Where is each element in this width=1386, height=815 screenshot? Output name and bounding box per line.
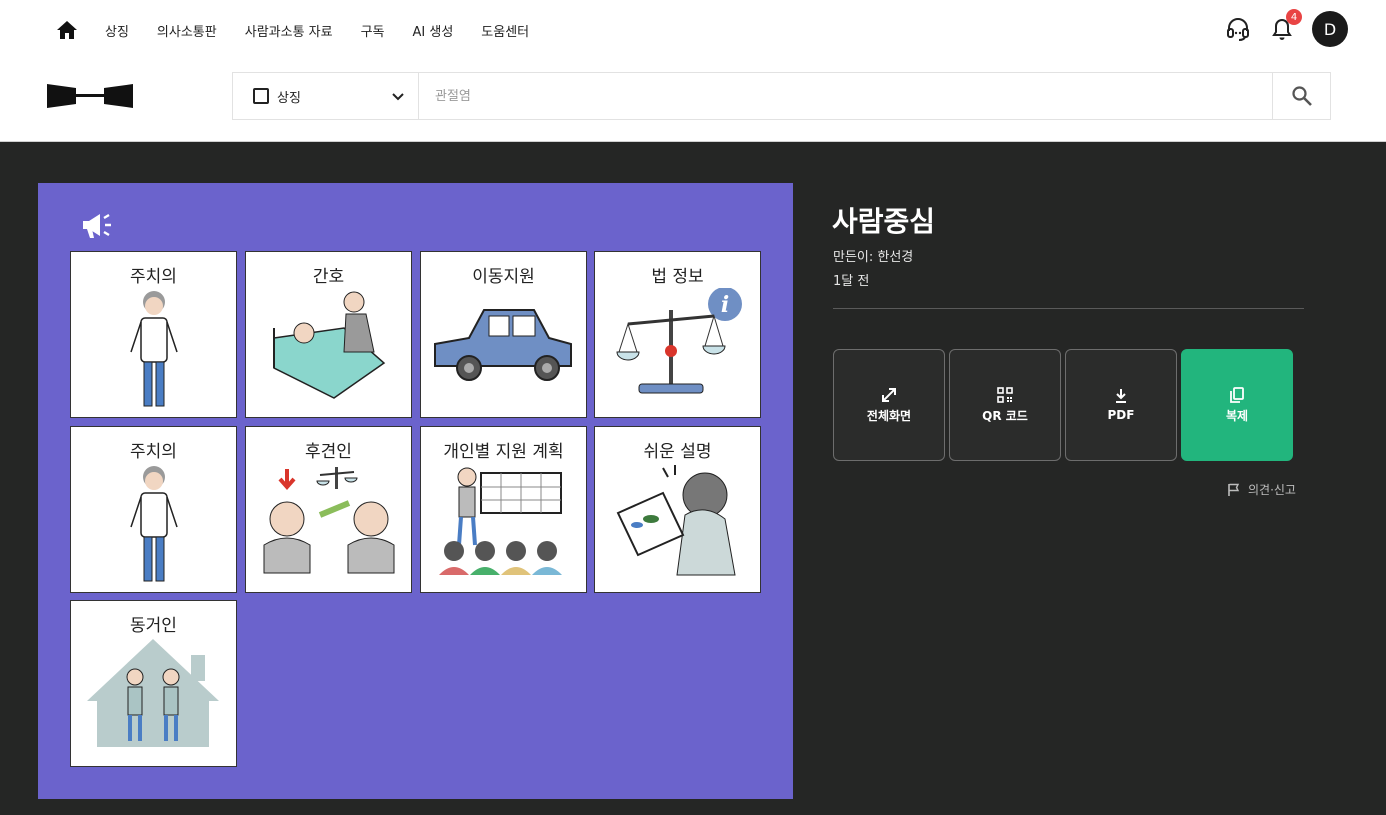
support-plan-icon bbox=[439, 467, 562, 575]
pdf-download-button[interactable]: PDF bbox=[1065, 349, 1177, 461]
search-bar: 상징 bbox=[232, 72, 1331, 120]
communication-board: 주치의 간호 이동지원 법 정보 i 주치의 후견인 개인별 지원 계획 쉬운 … bbox=[38, 183, 793, 799]
symbol-cell-guardian[interactable]: 후견인 bbox=[245, 426, 412, 593]
top-navigation: 상징 의사소통판 사람과소통 자료 구독 AI 생성 도움센터 bbox=[55, 16, 557, 44]
home-icon[interactable] bbox=[55, 18, 79, 42]
symbol-cell-mobility-support[interactable]: 이동지원 bbox=[420, 251, 587, 418]
scope-checkbox-icon bbox=[253, 88, 269, 104]
copy-icon bbox=[1230, 386, 1244, 403]
scales-info-icon: i bbox=[616, 288, 742, 394]
search-scope-label: 상징 bbox=[277, 90, 301, 106]
fullscreen-label: 전체화면 bbox=[866, 408, 912, 423]
doctor-icon bbox=[130, 291, 178, 407]
symbol-label: 쉬운 설명 bbox=[643, 442, 712, 462]
nav-item-ai-generate[interactable]: AI 생성 bbox=[413, 21, 454, 40]
nav-item-subscription[interactable]: 구독 bbox=[361, 21, 385, 40]
symbol-cell-primary-doctor-2[interactable]: 주치의 bbox=[70, 426, 237, 593]
nav-item-symbols[interactable]: 상징 bbox=[105, 21, 129, 40]
easy-read-icon bbox=[616, 465, 736, 576]
symbol-cell-nursing[interactable]: 간호 bbox=[245, 251, 412, 418]
qr-code-label: QR 코드 bbox=[982, 408, 1028, 423]
divider bbox=[833, 308, 1304, 309]
qr-code-icon bbox=[997, 386, 1013, 403]
board-title: 사람중심 bbox=[832, 205, 936, 238]
doctor-icon bbox=[130, 466, 178, 582]
site-logo[interactable] bbox=[46, 82, 134, 110]
symbol-cell-primary-doctor[interactable]: 주치의 bbox=[70, 251, 237, 418]
notification-count-badge: 4 bbox=[1286, 9, 1302, 25]
header-actions: 4 D bbox=[1224, 9, 1348, 47]
nav-item-people-communication[interactable]: 사람과소통 자료 bbox=[245, 21, 333, 40]
symbol-cell-housemate[interactable]: 동거인 bbox=[70, 600, 237, 767]
symbol-label: 간호 bbox=[312, 267, 345, 287]
megaphone-speak-icon[interactable] bbox=[80, 211, 114, 241]
board-timestamp: 1달 전 bbox=[833, 274, 870, 289]
symbol-label: 개인별 지원 계획 bbox=[443, 442, 564, 462]
copy-button[interactable]: 복제 bbox=[1181, 349, 1293, 461]
search-button[interactable] bbox=[1272, 73, 1330, 119]
expand-icon bbox=[882, 387, 896, 402]
qr-code-button[interactable]: QR 코드 bbox=[949, 349, 1061, 461]
feedback-report-link[interactable]: 의견·신고 bbox=[1228, 481, 1296, 498]
headset-support-icon[interactable] bbox=[1224, 15, 1252, 43]
symbol-label: 법 정보 bbox=[651, 267, 704, 287]
car-icon bbox=[434, 309, 572, 381]
symbol-cell-legal-information[interactable]: 법 정보 i bbox=[594, 251, 761, 418]
symbol-label: 후견인 bbox=[305, 442, 352, 462]
flag-icon bbox=[1228, 483, 1240, 496]
symbol-cell-easy-explanation[interactable]: 쉬운 설명 bbox=[594, 426, 761, 593]
symbol-label: 주치의 bbox=[130, 267, 177, 287]
header: 상징 의사소통판 사람과소통 자료 구독 AI 생성 도움센터 4 D 상징 bbox=[0, 0, 1386, 142]
board-author: 만든이: 한선경 bbox=[833, 250, 914, 265]
housemate-icon bbox=[87, 639, 219, 747]
user-avatar[interactable]: D bbox=[1312, 11, 1348, 47]
symbol-label: 이동지원 bbox=[472, 267, 535, 287]
search-icon bbox=[1291, 86, 1312, 106]
report-label: 의견·신고 bbox=[1248, 483, 1296, 497]
pdf-label: PDF bbox=[1107, 408, 1135, 422]
search-input[interactable] bbox=[419, 73, 1272, 119]
copy-label: 복제 bbox=[1225, 408, 1249, 423]
symbol-cell-individual-support-plan[interactable]: 개인별 지원 계획 bbox=[420, 426, 587, 593]
fullscreen-button[interactable]: 전체화면 bbox=[833, 349, 945, 461]
chevron-down-icon bbox=[392, 93, 404, 101]
nursing-icon bbox=[273, 291, 386, 399]
search-scope-select[interactable]: 상징 bbox=[233, 73, 419, 119]
symbol-label: 동거인 bbox=[130, 616, 177, 636]
svg-text:i: i bbox=[721, 292, 729, 318]
symbol-label: 주치의 bbox=[130, 442, 177, 462]
nav-item-help-center[interactable]: 도움센터 bbox=[481, 21, 529, 40]
download-icon bbox=[1116, 389, 1126, 403]
notification-bell-icon[interactable]: 4 bbox=[1268, 9, 1302, 43]
guardian-icon bbox=[263, 467, 395, 574]
nav-item-communication-board[interactable]: 의사소통판 bbox=[157, 21, 217, 40]
